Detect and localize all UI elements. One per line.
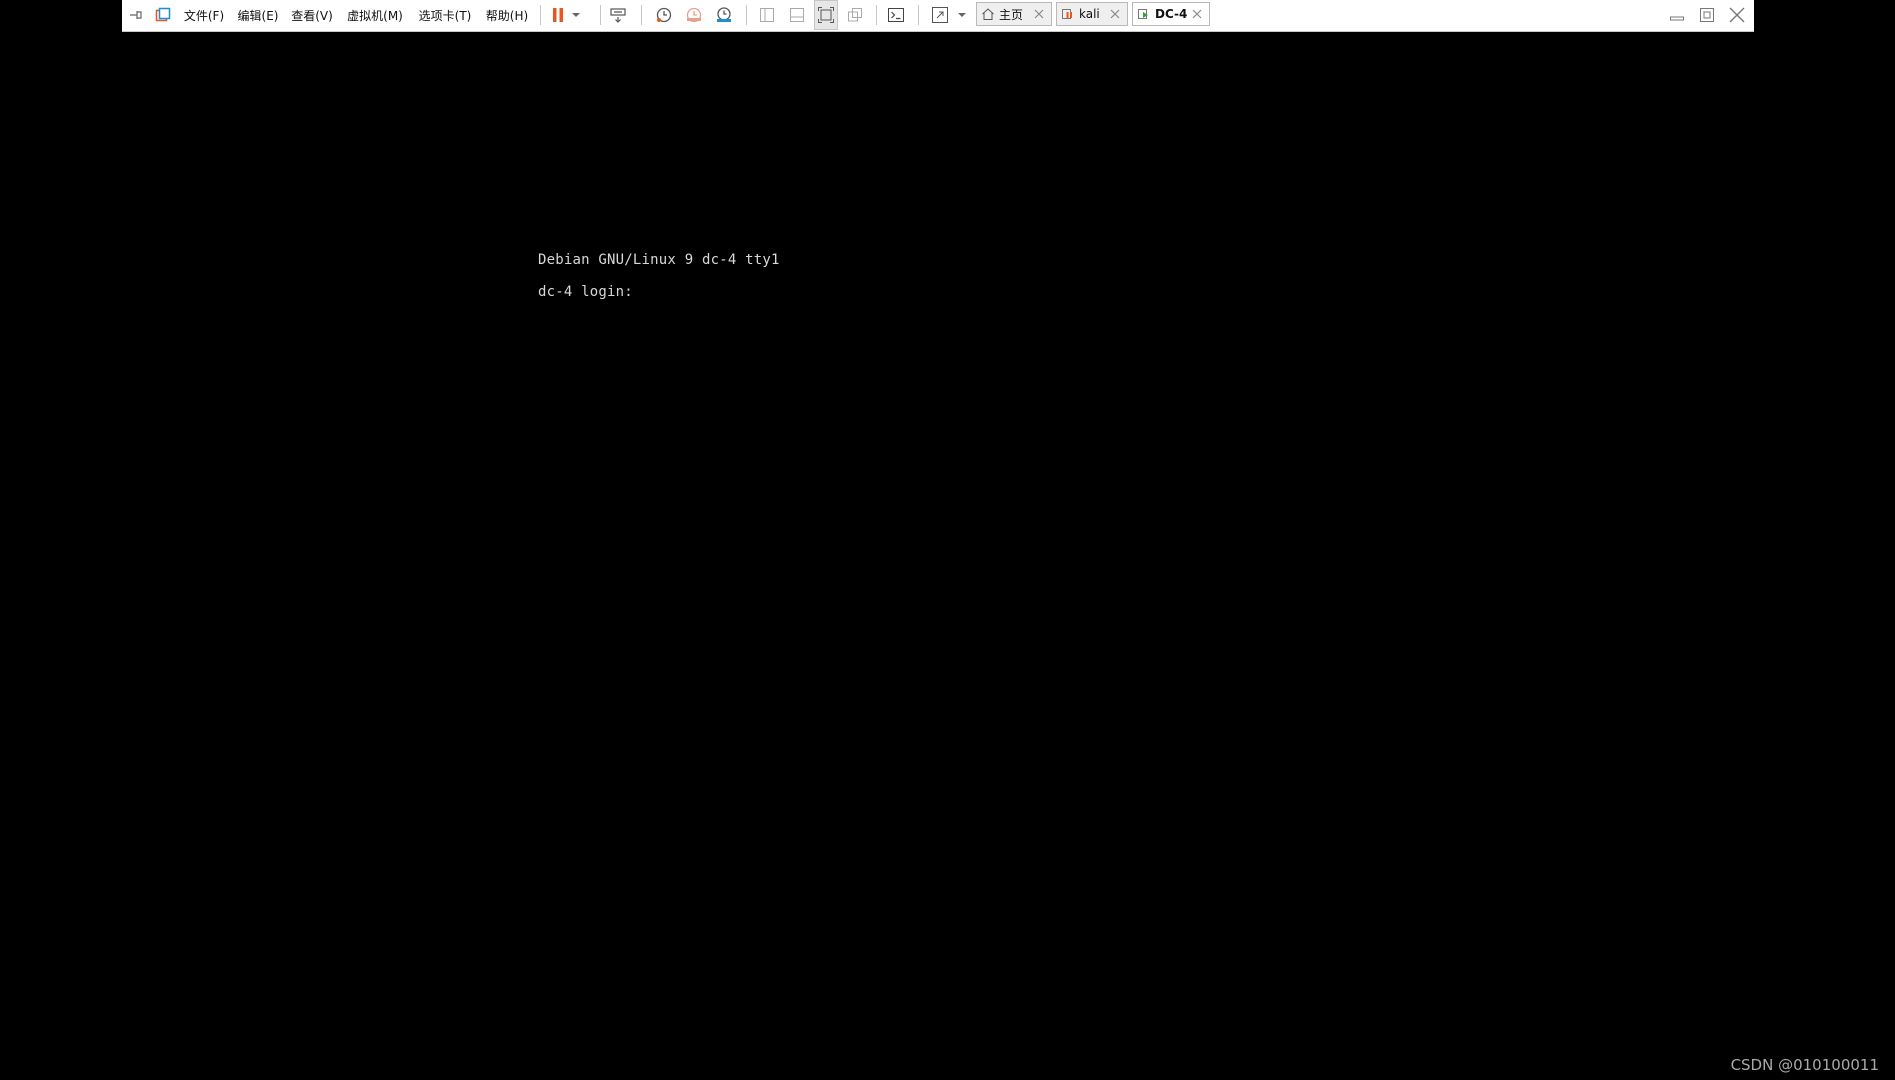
tab-label: DC-4: [1155, 7, 1188, 21]
close-icon[interactable]: [1107, 6, 1123, 22]
show-thumbnail-icon[interactable]: [786, 0, 808, 30]
menu-edit[interactable]: 编辑(E): [236, 0, 280, 30]
vm-icon: [1061, 7, 1075, 21]
tab-label: kali: [1079, 7, 1100, 21]
separator: [746, 5, 747, 25]
pause-icon[interactable]: [548, 0, 568, 30]
separator: [641, 5, 642, 25]
tab-home[interactable]: 主页: [976, 2, 1052, 26]
send-ctrl-alt-del-icon[interactable]: [606, 0, 630, 30]
separator: [600, 5, 601, 25]
close-icon[interactable]: [1189, 6, 1205, 22]
snapshot-icon[interactable]: [652, 0, 676, 30]
login-prompt[interactable]: dc-4 login:: [538, 284, 642, 300]
home-icon: [981, 7, 995, 21]
library-icon[interactable]: [154, 0, 172, 30]
vm-console[interactable]: Debian GNU/Linux 9 dc-4 tty1 dc-4 login:: [0, 32, 1895, 1080]
menu-view[interactable]: 查看(V): [290, 0, 334, 30]
revert-snapshot-icon[interactable]: [682, 0, 706, 30]
console-icon[interactable]: [884, 0, 908, 30]
fit-guest-icon[interactable]: [814, 0, 838, 30]
tab-kali[interactable]: kali: [1056, 2, 1128, 26]
menu-file[interactable]: 文件(F): [182, 0, 226, 30]
manage-snapshots-icon[interactable]: [712, 0, 736, 30]
pin-icon[interactable]: [128, 0, 144, 30]
close-icon[interactable]: [1031, 6, 1047, 22]
chevron-down-icon[interactable]: [570, 0, 582, 30]
vm-toolbar: 文件(F) 编辑(E) 查看(V) 虚拟机(M) 选项卡(T) 帮助(H) 主页…: [122, 0, 1754, 32]
menu-tabs[interactable]: 选项卡(T): [416, 0, 474, 30]
restore-icon[interactable]: [1692, 0, 1722, 30]
menu-vm[interactable]: 虚拟机(M): [344, 0, 406, 30]
unity-icon[interactable]: [844, 0, 866, 30]
separator: [540, 5, 541, 25]
menu-help[interactable]: 帮助(H): [484, 0, 530, 30]
tab-dc-4[interactable]: DC-4: [1132, 2, 1210, 26]
fullscreen-icon[interactable]: [928, 0, 952, 30]
watermark: CSDN @010100011: [1730, 1056, 1879, 1074]
vm-running-icon: [1137, 7, 1151, 21]
minimize-icon[interactable]: [1662, 0, 1692, 30]
separator: [876, 5, 877, 25]
show-library-icon[interactable]: [756, 0, 778, 30]
chevron-down-icon[interactable]: [956, 0, 968, 30]
console-banner: Debian GNU/Linux 9 dc-4 tty1: [538, 252, 780, 268]
tab-label: 主页: [999, 7, 1024, 22]
close-icon[interactable]: [1722, 0, 1752, 30]
separator: [918, 5, 919, 25]
